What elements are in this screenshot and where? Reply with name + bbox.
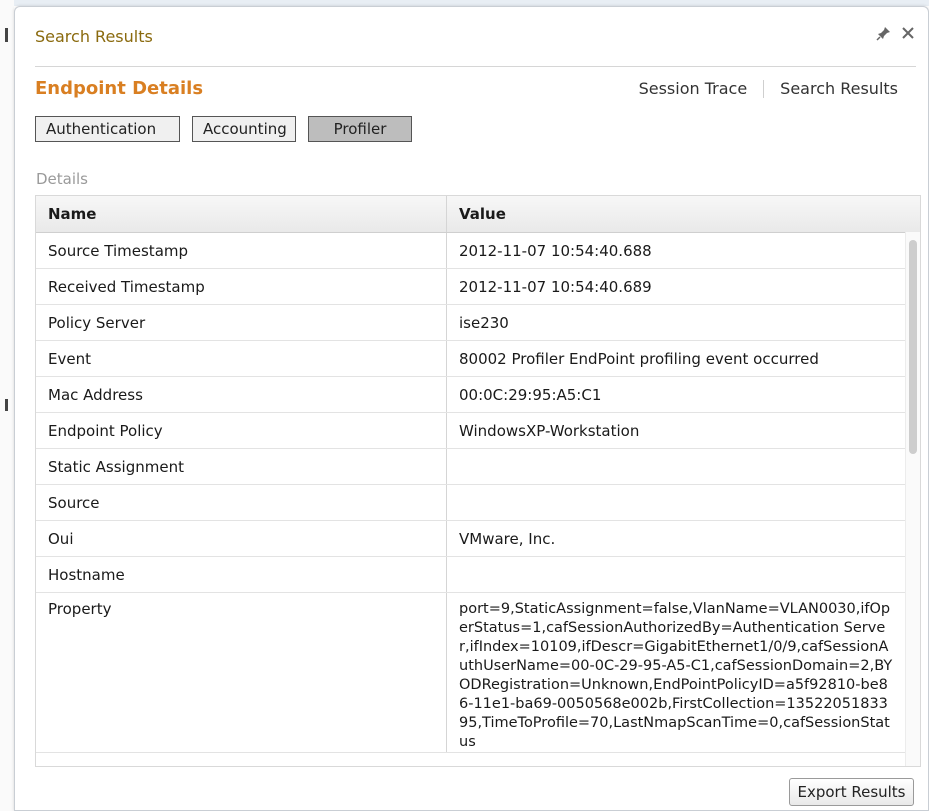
top-links: Session Trace Search Results	[639, 79, 898, 98]
row-name: Policy Server	[36, 305, 447, 340]
row-value: 2012-11-07 10:54:40.689	[459, 277, 652, 296]
row-value	[447, 557, 907, 592]
dialog-title: Search Results	[35, 27, 153, 46]
grid-body: Source Timestamp 2012-11-07 10:54:40.688…	[36, 233, 920, 766]
table-row[interactable]: Policy Server ise230	[36, 305, 920, 341]
title-divider	[35, 66, 916, 67]
link-separator	[763, 79, 765, 98]
row-value: port=9,StaticAssignment=false,VlanName=V…	[459, 601, 893, 750]
table-row[interactable]: Oui VMware, Inc.	[36, 521, 920, 557]
row-name: Static Assignment	[36, 449, 447, 484]
row-name: Property	[36, 593, 447, 752]
grid-header: Name Value	[36, 196, 920, 233]
row-value: 2012-11-07 10:54:40.688	[459, 241, 652, 260]
row-value	[447, 485, 907, 520]
row-name: Hostname	[36, 557, 447, 592]
row-value: 80002 Profiler EndPoint profiling event …	[459, 349, 819, 368]
session-trace-link[interactable]: Session Trace	[639, 79, 748, 98]
row-name: Source	[36, 485, 447, 520]
row-value: ise230	[459, 313, 509, 332]
background-tick	[5, 28, 8, 42]
row-name: Event	[36, 341, 447, 376]
tab-profiler[interactable]: Profiler	[308, 116, 412, 142]
pin-icon[interactable]	[876, 25, 892, 41]
table-row[interactable]: Endpoint Policy WindowsXP-Workstation	[36, 413, 920, 449]
row-value: WindowsXP-Workstation	[459, 421, 640, 440]
row-name: Endpoint Policy	[36, 413, 447, 448]
row-value: VMware, Inc.	[459, 529, 556, 548]
table-row[interactable]: Static Assignment	[36, 449, 920, 485]
table-row[interactable]: Received Timestamp 2012-11-07 10:54:40.6…	[36, 269, 920, 305]
scrollbar-thumb[interactable]	[909, 240, 917, 454]
table-row[interactable]: Event 80002 Profiler EndPoint profiling …	[36, 341, 920, 377]
row-name: Mac Address	[36, 377, 447, 412]
tab-accounting[interactable]: Accounting	[192, 116, 296, 142]
close-icon[interactable]	[900, 25, 916, 41]
background-page-edge	[0, 0, 14, 811]
row-name: Source Timestamp	[36, 233, 447, 268]
column-header-value[interactable]: Value	[447, 196, 907, 232]
row-value	[447, 449, 907, 484]
table-row[interactable]: Property port=9,StaticAssignment=false,V…	[36, 593, 920, 753]
table-row[interactable]: Source	[36, 485, 920, 521]
export-results-button[interactable]: Export Results	[789, 778, 914, 806]
details-grid: Name Value Source Timestamp 2012-11-07 1…	[35, 195, 921, 767]
details-label: Details	[36, 170, 89, 188]
search-results-link[interactable]: Search Results	[780, 79, 898, 98]
column-header-name[interactable]: Name	[36, 196, 447, 232]
row-value: 00:0C:29:95:A5:C1	[459, 385, 602, 404]
tab-authentication[interactable]: Authentication	[35, 116, 180, 142]
background-tick	[5, 399, 8, 411]
table-row[interactable]: Mac Address 00:0C:29:95:A5:C1	[36, 377, 920, 413]
table-row[interactable]: Source Timestamp 2012-11-07 10:54:40.688	[36, 233, 920, 269]
row-name: Received Timestamp	[36, 269, 447, 304]
row-name: Oui	[36, 521, 447, 556]
search-results-dialog: Search Results Endpoint Details Session …	[14, 6, 929, 811]
endpoint-details-title: Endpoint Details	[35, 78, 204, 99]
dialog-title-actions	[876, 25, 916, 41]
tab-row: Authentication Accounting Profiler	[35, 116, 412, 142]
grid-scrollbar[interactable]	[905, 232, 920, 766]
table-row[interactable]: Hostname	[36, 557, 920, 593]
